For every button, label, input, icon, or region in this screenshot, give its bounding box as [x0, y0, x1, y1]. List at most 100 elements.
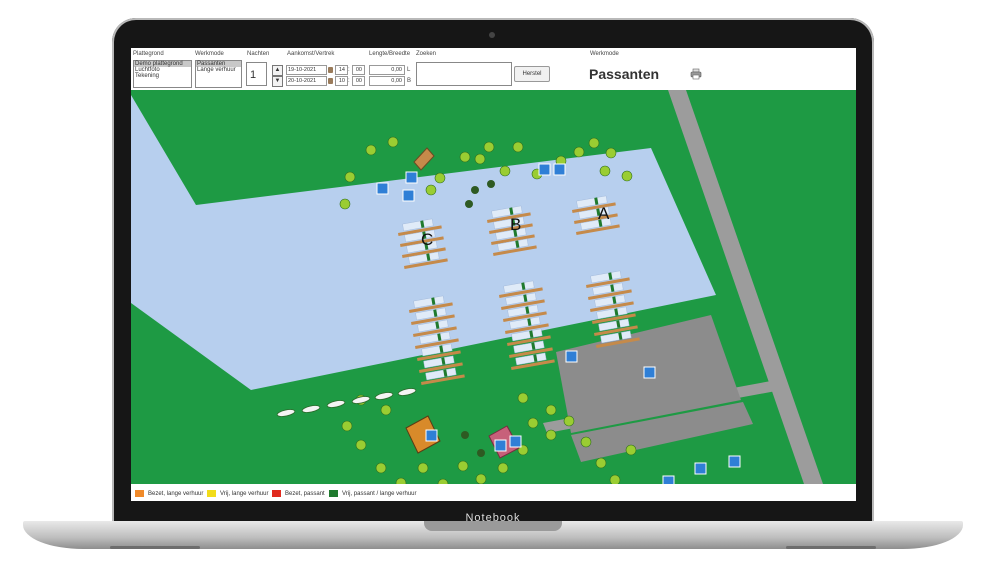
legend-label: Vrij, passant / lange verhuur [342, 490, 417, 497]
length-unit: L [407, 67, 411, 73]
tree [527, 417, 539, 429]
arrival-min-field[interactable]: 00 [352, 65, 365, 75]
tree [545, 404, 557, 416]
tree [517, 392, 529, 404]
calendar-icon[interactable] [328, 67, 333, 73]
laptop-brand: Notebook [465, 512, 521, 524]
tree [425, 184, 437, 196]
tree [580, 436, 592, 448]
tree [545, 429, 557, 441]
tree [563, 415, 575, 427]
plattegrond-label: Plattegrond [133, 51, 164, 57]
tree [595, 457, 607, 469]
legend-item: Bezet, passant [272, 490, 325, 497]
zoeken-label: Zoeken [416, 51, 437, 57]
plattegrond-option[interactable]: Tekening [134, 73, 191, 79]
departure-date-field[interactable]: 20-10-2021 [286, 76, 327, 86]
calendar-icon[interactable] [328, 78, 333, 84]
werkmode-list[interactable]: Passanten Lange verhuur [195, 60, 242, 88]
legend-swatch [272, 490, 281, 497]
parking-icon [643, 366, 656, 379]
legend-item: Vrij, lange verhuur [207, 490, 268, 497]
pier-label-a: A [598, 204, 610, 223]
boat [351, 396, 371, 404]
tree [512, 141, 524, 153]
first-aid-icon [509, 435, 522, 448]
boat [326, 400, 346, 408]
plattegrond-list[interactable]: Demo plattegrond Luchtfoto Tekening [133, 60, 192, 88]
tree [380, 404, 392, 416]
tree [605, 147, 617, 159]
legend: Bezet, lange verhuur Vrij, lange verhuur… [131, 484, 856, 501]
tree [355, 439, 367, 451]
app-screen: Plattegrond Demo plattegrond Luchtfoto T… [131, 48, 856, 501]
wifi-icon [538, 163, 551, 176]
recycle-icon [402, 189, 415, 202]
nachten-down-button[interactable]: ▼ [272, 76, 283, 87]
pier-label-b: B [510, 215, 521, 234]
mode-title: Passanten [589, 66, 660, 82]
departure-hour-field[interactable]: 10 [335, 76, 348, 86]
shower-icon [376, 182, 389, 195]
tree [434, 172, 446, 184]
width-field[interactable]: 0,00 [369, 76, 405, 86]
tree [465, 200, 473, 208]
toilet-icon [425, 429, 438, 442]
length-field[interactable]: 0,00 [369, 65, 405, 75]
tree [499, 165, 511, 177]
tree [609, 474, 621, 484]
time-separator: : [348, 78, 350, 84]
info-icon [405, 171, 418, 184]
arrival-hour-field[interactable]: 14 [335, 65, 348, 75]
legend-label: Vrij, lange verhuur [220, 490, 269, 497]
tree [471, 186, 479, 194]
werkmode-option[interactable]: Lange verhuur [196, 67, 241, 73]
nachten-field[interactable]: 1 [246, 62, 267, 86]
arrival-date-field[interactable]: 19-10-2021 [286, 65, 327, 75]
tree [365, 144, 377, 156]
search-input[interactable] [416, 62, 512, 86]
tree [461, 431, 469, 439]
tree [573, 146, 585, 158]
toilet-icon [565, 350, 578, 363]
tree [588, 137, 600, 149]
moored-boats [276, 388, 417, 417]
legend-swatch [329, 490, 338, 497]
tree [341, 420, 353, 432]
herstel-button[interactable]: Herstel [514, 66, 550, 82]
departure-min-field[interactable]: 00 [352, 76, 365, 86]
tree [375, 462, 387, 474]
boat [374, 392, 394, 400]
werkmode-right-label: Werkmode [590, 51, 619, 57]
nachten-up-button[interactable]: ▲ [272, 65, 283, 76]
tree [339, 198, 351, 210]
legend-item: Bezet, lange verhuur [135, 490, 203, 497]
tree [387, 136, 399, 148]
accessible-icon [694, 462, 707, 475]
tree [483, 141, 495, 153]
printer-icon[interactable] [690, 68, 702, 80]
marina-map-svg: A B C [131, 90, 823, 484]
legend-swatch [207, 490, 216, 497]
recycle-icon [728, 455, 741, 468]
width-unit: B [407, 78, 412, 84]
laptop-foot-left [110, 546, 200, 549]
tree [459, 151, 471, 163]
aankomst-label: Aankomst/Vertrek [287, 51, 335, 57]
tree [625, 444, 637, 456]
tree [457, 460, 469, 472]
legend-label: Bezet, passant [285, 490, 325, 497]
parking-icon [662, 475, 675, 484]
tree [344, 171, 356, 183]
tree [417, 462, 429, 474]
pier-label-c: C [421, 230, 433, 249]
tree [477, 449, 485, 457]
boat [276, 409, 296, 417]
nachten-label: Nachten [247, 51, 270, 57]
werkmode-label: Werkmode [195, 51, 224, 57]
tree [599, 165, 611, 177]
boat [397, 388, 417, 396]
tree [497, 462, 509, 474]
boat [301, 405, 321, 413]
toolbar: Plattegrond Demo plattegrond Luchtfoto T… [131, 48, 856, 90]
